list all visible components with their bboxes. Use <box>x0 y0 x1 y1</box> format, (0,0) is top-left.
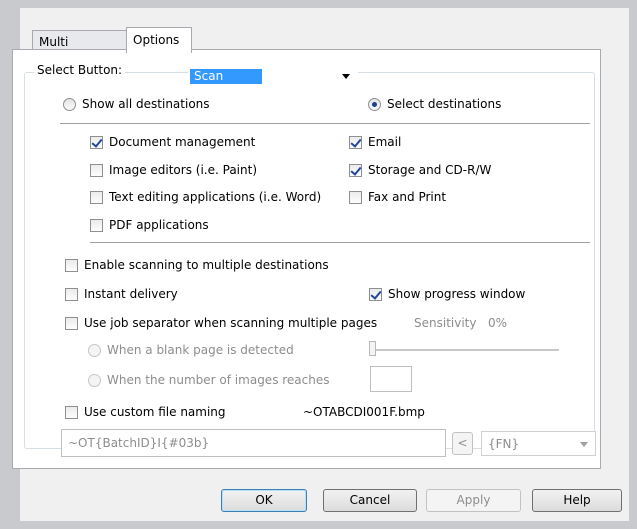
chevron-down-icon <box>342 74 350 79</box>
cancel-button[interactable]: Cancel <box>323 489 417 512</box>
sensitivity-value: 0% <box>488 316 508 330</box>
sensitivity-slider-track <box>373 349 559 351</box>
select-button-dropdown[interactable]: Scan <box>188 68 358 86</box>
window-frame-top <box>0 0 637 8</box>
num-images-label: When the number of images reaches <box>107 373 330 387</box>
destinations-separator-top <box>60 123 590 124</box>
show-all-label: Show all destinations <box>82 97 210 111</box>
pdf-applications-checkbox[interactable] <box>90 219 103 232</box>
apply-button[interactable]: Apply <box>426 489 521 512</box>
email-label: Email <box>368 135 402 149</box>
help-button[interactable]: Help <box>532 489 622 512</box>
select-button-value: Scan <box>190 69 262 84</box>
custom-naming-checkbox[interactable] <box>65 406 78 419</box>
naming-pattern-input[interactable]: ~OT{BatchID}I{#03b} <box>61 429 446 457</box>
blank-page-radio[interactable] <box>88 344 101 357</box>
job-separator-label: Use job separator when scanning multiple… <box>84 316 378 330</box>
show-all-radio[interactable] <box>63 98 76 111</box>
job-separator-checkbox[interactable] <box>65 317 78 330</box>
email-checkbox[interactable] <box>349 136 362 149</box>
sensitivity-slider-thumb[interactable] <box>369 341 376 356</box>
sensitivity-label: Sensitivity <box>414 316 477 330</box>
select-destinations-radio[interactable] <box>368 98 381 111</box>
instant-delivery-label: Instant delivery <box>84 287 178 301</box>
storage-checkbox[interactable] <box>349 164 362 177</box>
window-frame-right <box>629 0 637 529</box>
select-button-label: Select Button: <box>34 63 126 77</box>
ok-button[interactable]: OK <box>221 489 307 512</box>
insert-token-button[interactable]: < <box>452 432 473 455</box>
num-images-radio[interactable] <box>88 374 101 387</box>
image-editors-checkbox[interactable] <box>90 164 103 177</box>
text-editing-checkbox[interactable] <box>90 191 103 204</box>
tab-options[interactable]: Options <box>126 27 192 53</box>
image-editors-label: Image editors (i.e. Paint) <box>109 163 257 177</box>
show-progress-label: Show progress window <box>388 287 526 301</box>
multi-destination-label: Enable scanning to multiple destinations <box>84 258 329 272</box>
tab-label: Options <box>133 33 180 47</box>
naming-pattern-value: ~OT{BatchID}I{#03b} <box>68 436 210 450</box>
token-value: {FN} <box>488 437 520 451</box>
show-progress-checkbox[interactable] <box>369 288 382 301</box>
window-frame-bottom <box>0 521 637 529</box>
instant-delivery-checkbox[interactable] <box>65 288 78 301</box>
custom-naming-label: Use custom file naming <box>84 405 226 419</box>
document-management-label: Document management <box>109 135 256 149</box>
pdf-applications-label: PDF applications <box>109 218 209 232</box>
blank-page-label: When a blank page is detected <box>107 343 294 357</box>
select-destinations-label: Select destinations <box>387 97 502 111</box>
token-dropdown[interactable]: {FN} <box>481 431 596 456</box>
storage-label: Storage and CD-R/W <box>368 163 492 177</box>
num-images-input[interactable] <box>370 366 412 392</box>
document-management-checkbox[interactable] <box>90 136 103 149</box>
filename-preview: ~OTABCDI001F.bmp <box>303 405 425 419</box>
multi-destination-checkbox[interactable] <box>65 259 78 272</box>
fax-print-label: Fax and Print <box>368 190 447 204</box>
chevron-down-icon <box>580 442 588 447</box>
text-editing-label: Text editing applications (i.e. Word) <box>109 190 322 204</box>
fax-print-checkbox[interactable] <box>349 191 362 204</box>
destinations-separator-bottom <box>90 242 590 243</box>
